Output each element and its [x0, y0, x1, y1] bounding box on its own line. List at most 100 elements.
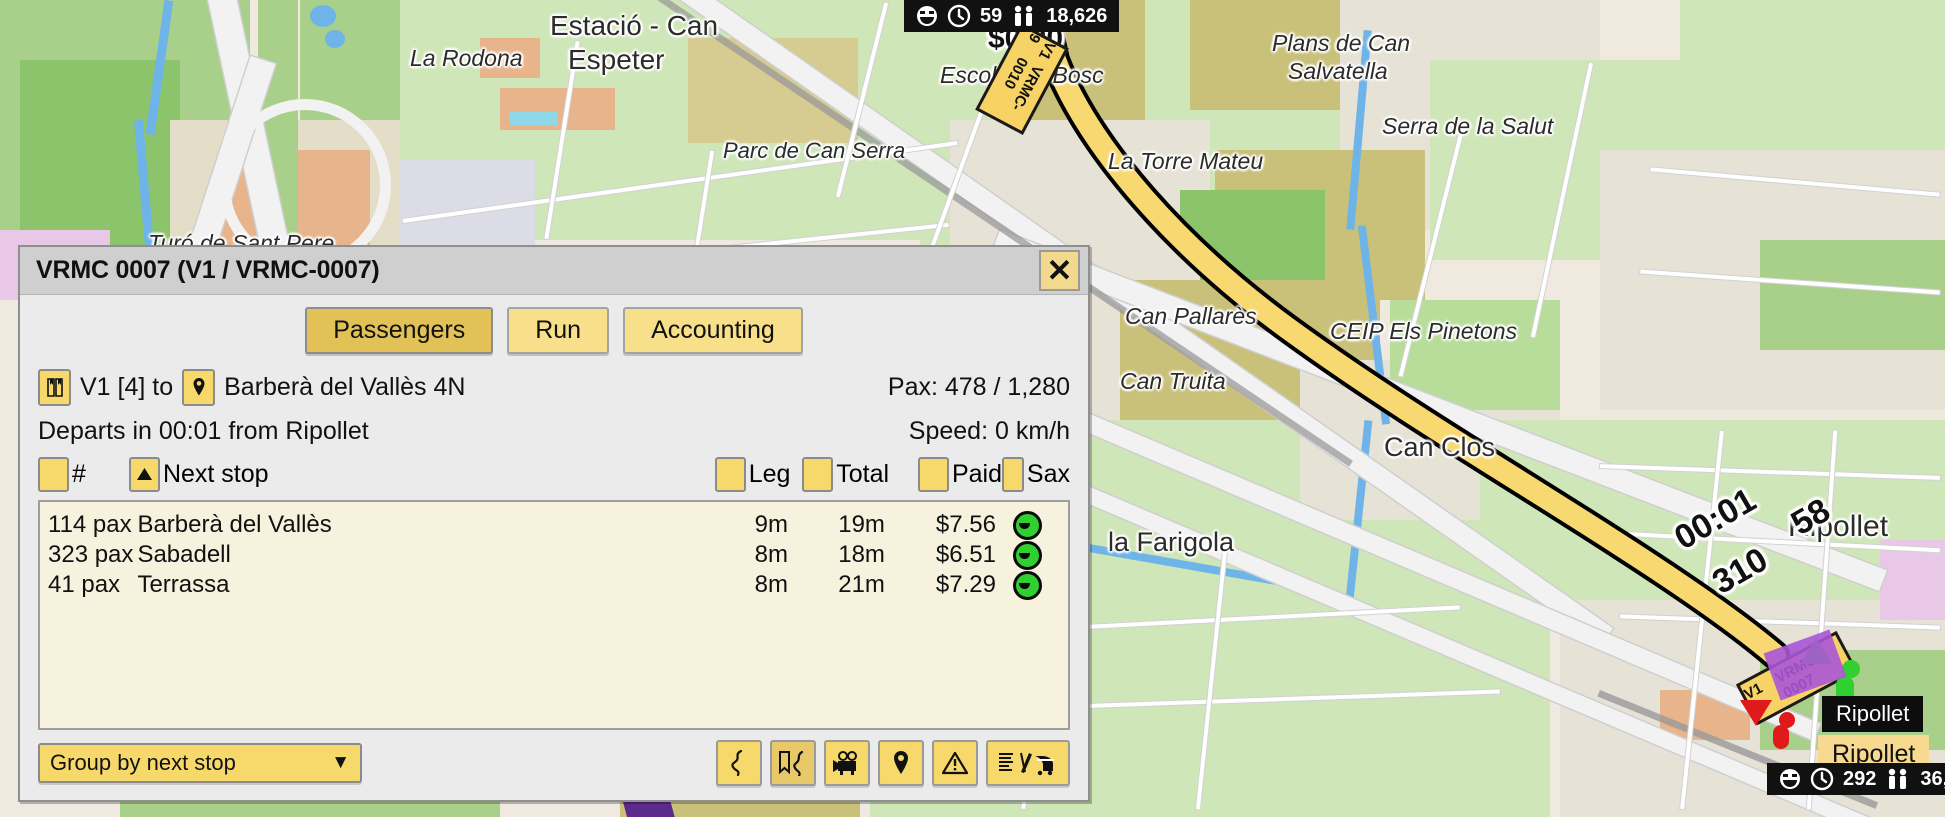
action-toolbar[interactable]	[716, 740, 1070, 786]
route-icon[interactable]	[716, 740, 762, 786]
hud-clock-value: 59	[980, 4, 1003, 27]
tab-run[interactable]: Run	[507, 307, 610, 354]
people-icon	[1885, 768, 1911, 790]
cell-sax	[996, 510, 1060, 540]
table-row[interactable]: 41 pax Terrassa 8m 21m $7.29	[40, 570, 1068, 600]
cell-stop: Terrassa	[137, 571, 230, 598]
map-label: Parc de Can Serra	[723, 138, 906, 163]
cell-stop: Barberà del Vallès	[137, 511, 332, 538]
table-header[interactable]: # Next stop Leg Total Paid Sax	[20, 452, 1088, 496]
vehicle-detail-window[interactable]: VRMC 0007 (V1 / VRMC-0007) ✕ Passengers R…	[18, 245, 1090, 802]
hud-people-value: 36,365	[1920, 767, 1945, 790]
cell-sax	[996, 570, 1060, 600]
chevron-down-icon: ▼	[331, 752, 350, 773]
map-label: CEIP Els Pinetons	[1330, 318, 1518, 344]
edit-train-icon[interactable]	[986, 740, 1070, 786]
column-toggle-icon[interactable]	[802, 456, 834, 492]
column-toggle-icon[interactable]	[714, 456, 746, 492]
window-footer[interactable]: Group by next stop ▼	[20, 730, 1088, 800]
warning-triangle-icon[interactable]	[932, 740, 978, 786]
column-header-stop[interactable]: Next stop	[128, 456, 699, 492]
hud-people-value: 18,626	[1046, 4, 1108, 27]
column-label-paid: Paid	[951, 459, 1003, 488]
map-pin-icon[interactable]	[878, 740, 924, 786]
happy-face-icon	[916, 5, 938, 27]
table-row[interactable]: 323 pax Sabadell 8m 18m $6.51	[40, 540, 1068, 570]
departure-row: Departs in 00:01 from Ripollet Speed: 0 …	[20, 410, 1088, 452]
cell-total: 19m	[838, 511, 885, 538]
window-titlebar[interactable]: VRMC 0007 (V1 / VRMC-0007) ✕	[20, 247, 1088, 295]
map-label: Estació - Can	[550, 10, 719, 41]
cell-stop: Sabadell	[137, 541, 231, 568]
map-area-green	[1760, 240, 1945, 350]
pond	[310, 5, 336, 27]
stop-pin-red[interactable]	[1773, 725, 1789, 749]
happy-face-icon	[1779, 768, 1801, 790]
cell-leg: 8m	[754, 541, 788, 568]
map-label: Can Pallarès	[1125, 303, 1257, 329]
bookmark-route-icon[interactable]	[770, 740, 816, 786]
cell-num: 323 pax	[48, 541, 134, 568]
group-by-label: Group by next stop	[50, 750, 236, 775]
map-label: la Farigola	[1108, 527, 1235, 557]
cell-total: 21m	[838, 571, 885, 598]
map-pin-icon[interactable]	[182, 368, 216, 406]
column-toggle-icon[interactable]	[38, 456, 69, 492]
pax-summary: Pax: 478 / 1,280	[887, 372, 1070, 401]
map-label: Salvatella	[1288, 58, 1388, 84]
hud-top: 59 18,626	[904, 0, 1120, 32]
column-label-total: Total	[836, 459, 890, 488]
cell-num: 114 pax	[48, 511, 132, 538]
tab-bar[interactable]: Passengers Run Accounting	[20, 295, 1088, 364]
book-icon[interactable]	[38, 368, 71, 406]
column-header-num[interactable]: #	[38, 456, 129, 492]
column-toggle-icon[interactable]	[1002, 456, 1024, 492]
stop-marker-red[interactable]	[1740, 700, 1772, 726]
column-label-num: #	[72, 459, 86, 488]
column-label-leg: Leg	[748, 459, 791, 488]
pond	[325, 30, 345, 48]
tab-accounting[interactable]: Accounting	[623, 307, 803, 354]
destination-label: Barberà del Vallès 4N	[224, 372, 466, 401]
map-tooltip-dark: Ripollet	[1822, 696, 1924, 732]
line-label: V1 [4] to	[80, 372, 174, 401]
column-label-stop: Next stop	[162, 459, 269, 488]
sort-ascending-icon[interactable]	[128, 456, 160, 492]
happy-face-icon	[1013, 510, 1043, 540]
clock-icon	[947, 4, 971, 28]
people-icon	[1011, 5, 1037, 27]
hud-clock-value: 292	[1843, 767, 1877, 790]
column-header-sax[interactable]: Sax	[1002, 456, 1070, 492]
map-label: Espeter	[568, 44, 665, 75]
column-header-total[interactable]: Total	[790, 456, 890, 492]
window-title: VRMC 0007 (V1 / VRMC-0007)	[36, 256, 380, 284]
column-header-leg[interactable]: Leg	[699, 456, 791, 492]
happy-face-icon	[1013, 540, 1043, 570]
speed-label: Speed: 0 km/h	[908, 416, 1070, 445]
map-area-residential	[1680, 0, 1945, 150]
cell-sax	[996, 540, 1060, 570]
cell-leg: 9m	[754, 511, 788, 538]
close-icon[interactable]: ✕	[1039, 250, 1080, 291]
departs-label: Departs in 00:01 from Ripollet	[38, 416, 369, 445]
map-label: La Torre Mateu	[1108, 148, 1264, 174]
hud-bottom: 292 36,365	[1767, 763, 1945, 795]
tab-passengers[interactable]: Passengers	[305, 307, 494, 354]
map-label: Can Truita	[1120, 368, 1226, 394]
table-row[interactable]: 114 pax Barberà del Vallès 9m 19m $7.56	[40, 510, 1068, 540]
destination-row: V1 [4] to Barberà del Vallès 4N Pax: 478…	[20, 364, 1088, 410]
column-header-paid[interactable]: Paid	[889, 456, 1003, 492]
cell-paid: $6.51	[935, 541, 996, 568]
map-label: Can Clos	[1384, 432, 1496, 462]
map-label: La Rodona	[410, 45, 523, 71]
group-by-dropdown[interactable]: Group by next stop ▼	[38, 743, 362, 783]
map-label: Serra de la Salut	[1382, 113, 1554, 139]
cell-paid: $7.56	[935, 511, 996, 538]
stop-list[interactable]: 114 pax Barberà del Vallès 9m 19m $7.56 323 p…	[38, 500, 1070, 730]
movie-camera-icon[interactable]	[824, 740, 870, 786]
cell-paid: $7.29	[935, 571, 996, 598]
column-toggle-icon[interactable]	[917, 456, 949, 492]
map-label: Plans de Can	[1272, 30, 1411, 56]
cell-leg: 8m	[754, 571, 788, 598]
pool	[510, 112, 558, 125]
